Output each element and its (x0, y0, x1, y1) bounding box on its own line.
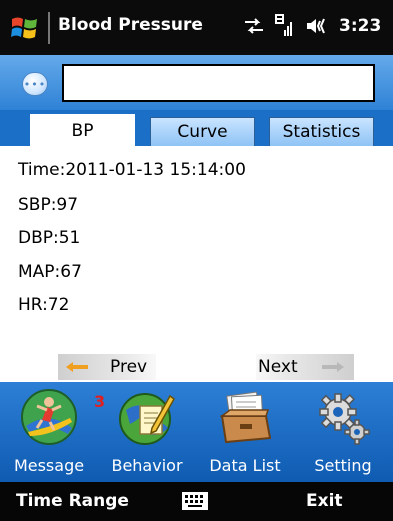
arrow-left-icon (66, 362, 88, 372)
clock[interactable]: 3:23 (339, 16, 381, 36)
next-label: Next (258, 357, 298, 377)
surfer-icon (21, 389, 77, 445)
app-setting[interactable]: Setting (294, 382, 392, 482)
app-data-list[interactable]: Data List (196, 382, 294, 482)
tab-statistics[interactable]: Statistics (269, 117, 374, 146)
app-message-label: Message (13, 456, 85, 475)
tab-curve-label: Curve (177, 122, 228, 142)
tab-curve[interactable]: Curve (150, 117, 255, 146)
next-button[interactable]: Next (256, 354, 354, 380)
app-behavior[interactable]: Behavior (98, 382, 196, 482)
tab-statistics-label: Statistics (282, 122, 361, 142)
exit-softkey[interactable]: Exit (306, 491, 343, 511)
signal-edge-icon[interactable] (275, 14, 295, 38)
prev-label: Prev (110, 357, 148, 377)
globe-pencil-icon (119, 393, 175, 445)
file-box-icon (219, 391, 272, 444)
title-bar: Blood Pressure 3:23 (0, 0, 393, 55)
windows-start-icon[interactable] (10, 13, 40, 43)
app-message[interactable]: 3 Message (0, 382, 105, 482)
volume-icon[interactable] (305, 16, 329, 36)
status-icons: 3:23 (243, 14, 381, 38)
tab-bar: BP Curve Statistics (0, 110, 393, 146)
record-time: Time:2011-01-13 15:14:00 (18, 160, 246, 180)
tab-bp[interactable]: BP (30, 114, 135, 146)
record-dbp: DBP:51 (18, 228, 81, 248)
time-range-softkey[interactable]: Time Range (16, 491, 129, 511)
prev-button[interactable]: Prev (58, 354, 156, 380)
app-launcher: 3 Message Behavior Data List Setting (0, 382, 393, 482)
record-sbp: SBP:97 (18, 195, 79, 215)
tab-bp-label: BP (71, 120, 94, 141)
message-input[interactable] (62, 64, 375, 102)
softkey-bar: Time Range Exit (0, 482, 393, 521)
chat-bubble-icon[interactable]: ••• (22, 72, 48, 96)
arrow-right-icon (321, 362, 344, 372)
message-input-bar: ••• (0, 55, 393, 110)
app-title: Blood Pressure (58, 15, 203, 35)
keyboard-icon[interactable] (182, 492, 208, 510)
bp-record-panel: Time:2011-01-13 15:14:00 SBP:97 DBP:51 M… (0, 146, 393, 382)
title-separator (48, 12, 50, 44)
data-transfer-icon[interactable] (243, 17, 265, 35)
record-map: MAP:67 (18, 262, 82, 282)
app-data-list-label: Data List (209, 456, 281, 475)
gears-icon (319, 393, 370, 445)
app-behavior-label: Behavior (111, 456, 183, 475)
record-hr: HR:72 (18, 295, 70, 315)
app-setting-label: Setting (314, 456, 372, 475)
